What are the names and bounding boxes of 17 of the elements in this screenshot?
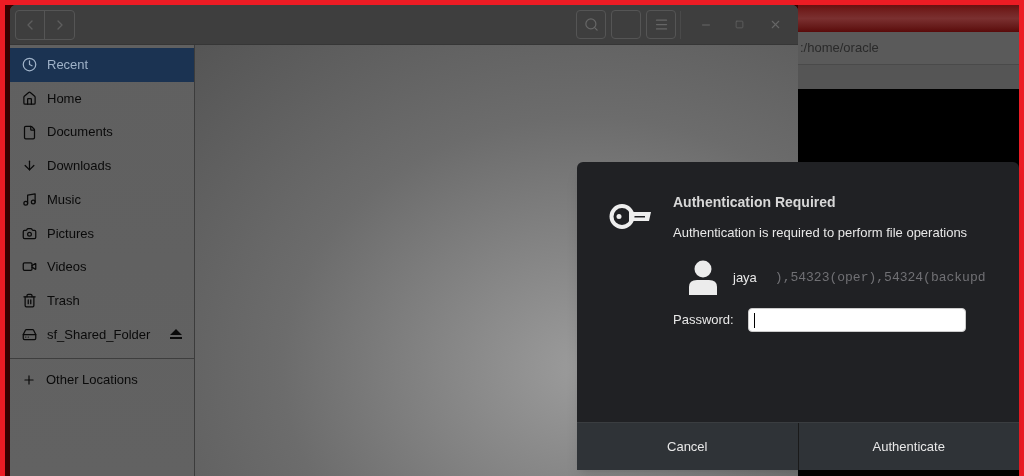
sidebar-item[interactable]: Trash xyxy=(10,283,194,318)
dialog-title: Authentication Required xyxy=(673,193,837,212)
sidebar-item[interactable]: Home xyxy=(10,81,194,116)
dialog-message: Authentication is required to perform file operations xyxy=(673,224,969,242)
terminal-output-text: ),54323(oper),54324(backupd xyxy=(774,268,986,287)
dialog-button[interactable]: Cancel xyxy=(577,423,798,470)
sidebar-item[interactable]: Recent xyxy=(10,48,194,82)
sidebar-item[interactable]: Videos xyxy=(10,250,194,284)
sidebar-item[interactable]: Other Locations xyxy=(10,366,194,395)
sidebar-item[interactable]: Downloads xyxy=(10,149,194,183)
sidebar-item[interactable]: Documents xyxy=(10,115,194,150)
sidebar-item[interactable]: Pictures xyxy=(10,216,194,251)
sidebar-item[interactable]: Music xyxy=(10,182,194,217)
user-name: jaya xyxy=(733,268,757,287)
sidebar-item[interactable]: sf_Shared_Folder xyxy=(10,317,194,352)
dialog-button[interactable]: Authenticate xyxy=(797,423,1019,470)
password-label: Password: xyxy=(673,311,734,330)
